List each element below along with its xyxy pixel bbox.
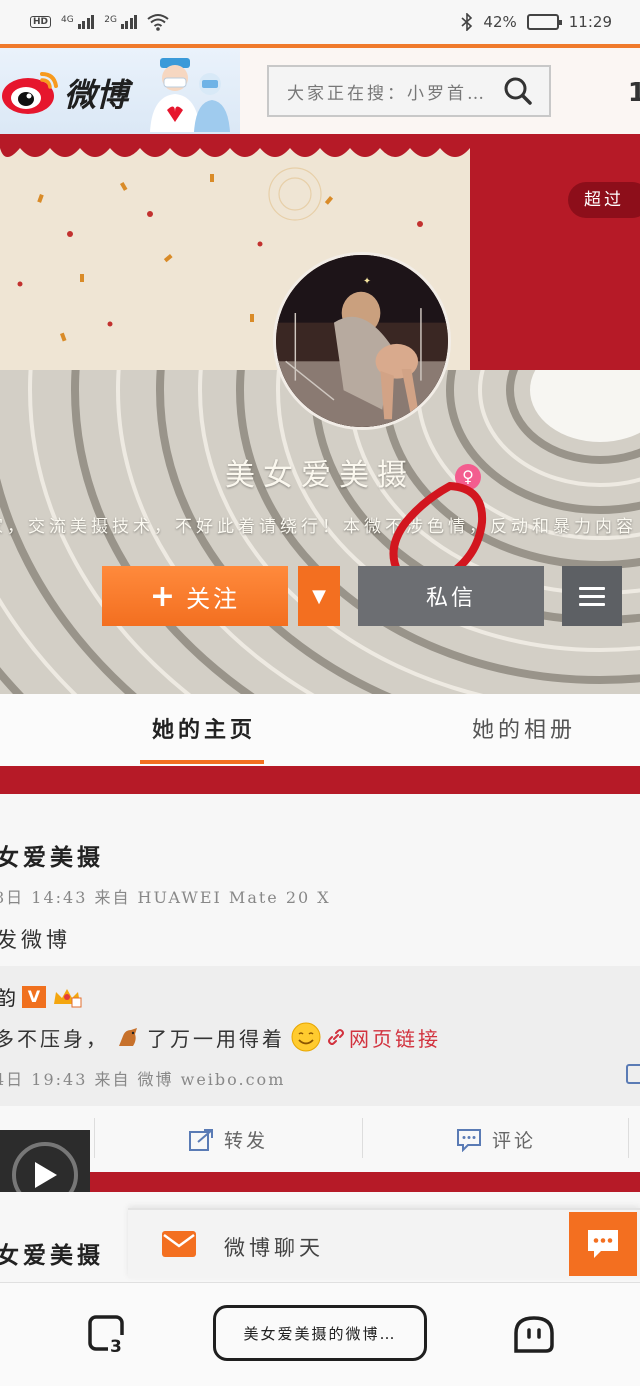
comment-icon	[457, 1128, 481, 1152]
weibo-header: 微博 大家正在搜：小罗首… 1	[0, 48, 640, 134]
verified-v-icon: V	[22, 985, 46, 1008]
plus-icon: +	[149, 578, 179, 614]
doctor-illustration-icon	[150, 58, 230, 132]
post-text: 发微博	[0, 928, 71, 952]
post-author[interactable]: 女爱美摄	[0, 838, 104, 872]
follow-label: 关注	[186, 584, 241, 613]
weibo-eye-icon	[2, 72, 58, 114]
forward-icon	[189, 1128, 213, 1151]
horse-emoji-icon	[119, 1028, 137, 1046]
repost-author[interactable]: 韵 V	[0, 982, 82, 1011]
link-icon	[328, 1029, 344, 1045]
wifi-icon	[147, 14, 170, 31]
signal-2g-icon: 2G	[104, 15, 138, 29]
weibo-logo[interactable]: 微博	[0, 48, 240, 134]
logo-text: 微博	[64, 76, 129, 114]
mail-icon	[162, 1231, 196, 1257]
hd-indicator: HD	[30, 16, 52, 28]
svg-text:✦: ✦	[363, 276, 371, 287]
web-link[interactable]: 网页链接	[327, 1023, 441, 1052]
crown-member-icon	[54, 988, 82, 1007]
search-box[interactable]: 大家正在搜：小罗首…	[267, 65, 551, 117]
post-actions: 转发 评论	[0, 1106, 640, 1172]
action-separator	[94, 1118, 95, 1158]
bluetooth-icon	[461, 13, 473, 31]
status-bar: HD 4G 2G 42% 11:29	[0, 0, 640, 44]
signal-4g-icon: 4G	[61, 15, 95, 29]
profile-nickname: 美女爱美摄	[225, 458, 415, 493]
private-message-button[interactable]: 私信	[358, 566, 544, 626]
profile-avatar[interactable]: ✦	[273, 252, 451, 430]
post-author[interactable]: 女爱美摄	[0, 1236, 104, 1270]
feed-card[interactable]: 女爱美摄 8日 14:43 来自 HUAWEI Mate 20 X 发微博 韵 …	[0, 794, 640, 1172]
profile-tabs: 她的主页 她的相册	[0, 694, 640, 766]
battery-icon	[526, 14, 562, 30]
more-menu-button[interactable]	[562, 566, 622, 626]
battery-percent: 42%	[483, 13, 517, 31]
search-hot-text: 大家正在搜：小罗首…	[287, 83, 487, 104]
supertopic-badge[interactable]: 超过	[568, 182, 640, 218]
tab-count: 3	[110, 1337, 122, 1355]
chevron-down-icon: ▼	[312, 585, 326, 607]
browser-bottom-nav: 3 美女爱美摄的微博…	[0, 1282, 640, 1386]
message-label: 私信	[425, 586, 476, 611]
action-separator	[628, 1118, 629, 1158]
repost-meta: 4日 19:43 来自 微博 weibo.com	[0, 1070, 286, 1089]
comment-button[interactable]: 评论	[456, 1126, 536, 1153]
section-divider	[0, 1172, 640, 1192]
chat-button[interactable]	[569, 1212, 637, 1276]
tab-homepage[interactable]: 她的主页	[152, 712, 256, 744]
hamburger-icon	[579, 586, 605, 590]
action-separator	[362, 1118, 363, 1158]
clock: 11:29	[568, 13, 612, 31]
follow-dropdown-button[interactable]: ▼	[298, 566, 340, 626]
search-icon[interactable]	[503, 76, 533, 106]
tab-album[interactable]: 她的相册	[472, 712, 576, 744]
assistant-face-icon[interactable]	[512, 1315, 556, 1355]
smile-emoji-icon	[291, 1022, 321, 1052]
profile-intro: 家，交流美摄技术，不好此着请绕行！本微不涉色情，反动和暴力内容	[0, 517, 637, 537]
forward-button[interactable]: 转发	[188, 1126, 268, 1153]
follow-button[interactable]: + 关注	[102, 566, 288, 626]
chat-label: 微博聊天	[224, 1236, 324, 1260]
post-meta: 8日 14:43 来自 HUAWEI Mate 20 X	[0, 888, 331, 907]
profile-cover: 超过 ✦ 美女爱美摄 ♀ 家，交流美摄技术，不好此着请绕行！本微不涉色情，反动和…	[0, 134, 640, 694]
repost-text: 多不压身， 了万一用得着 网页链接	[0, 1022, 441, 1052]
active-tab-indicator	[140, 760, 264, 764]
share-external-icon[interactable]	[626, 1064, 640, 1084]
chat-bubble-icon	[588, 1230, 618, 1258]
cover-red-panel	[470, 134, 640, 370]
weibo-chat-bar[interactable]: 微博聊天	[128, 1208, 640, 1278]
tabs-switcher-icon[interactable]: 3	[88, 1315, 128, 1355]
reposted-content[interactable]: 韵 V 多不压身， 了万一用得着 网页链接 4日 19:43 来自 微博 wei…	[0, 966, 640, 1106]
header-edge-glyph: 1	[627, 78, 640, 108]
section-divider	[0, 766, 640, 794]
page-title-pill[interactable]: 美女爱美摄的微博…	[213, 1305, 427, 1361]
